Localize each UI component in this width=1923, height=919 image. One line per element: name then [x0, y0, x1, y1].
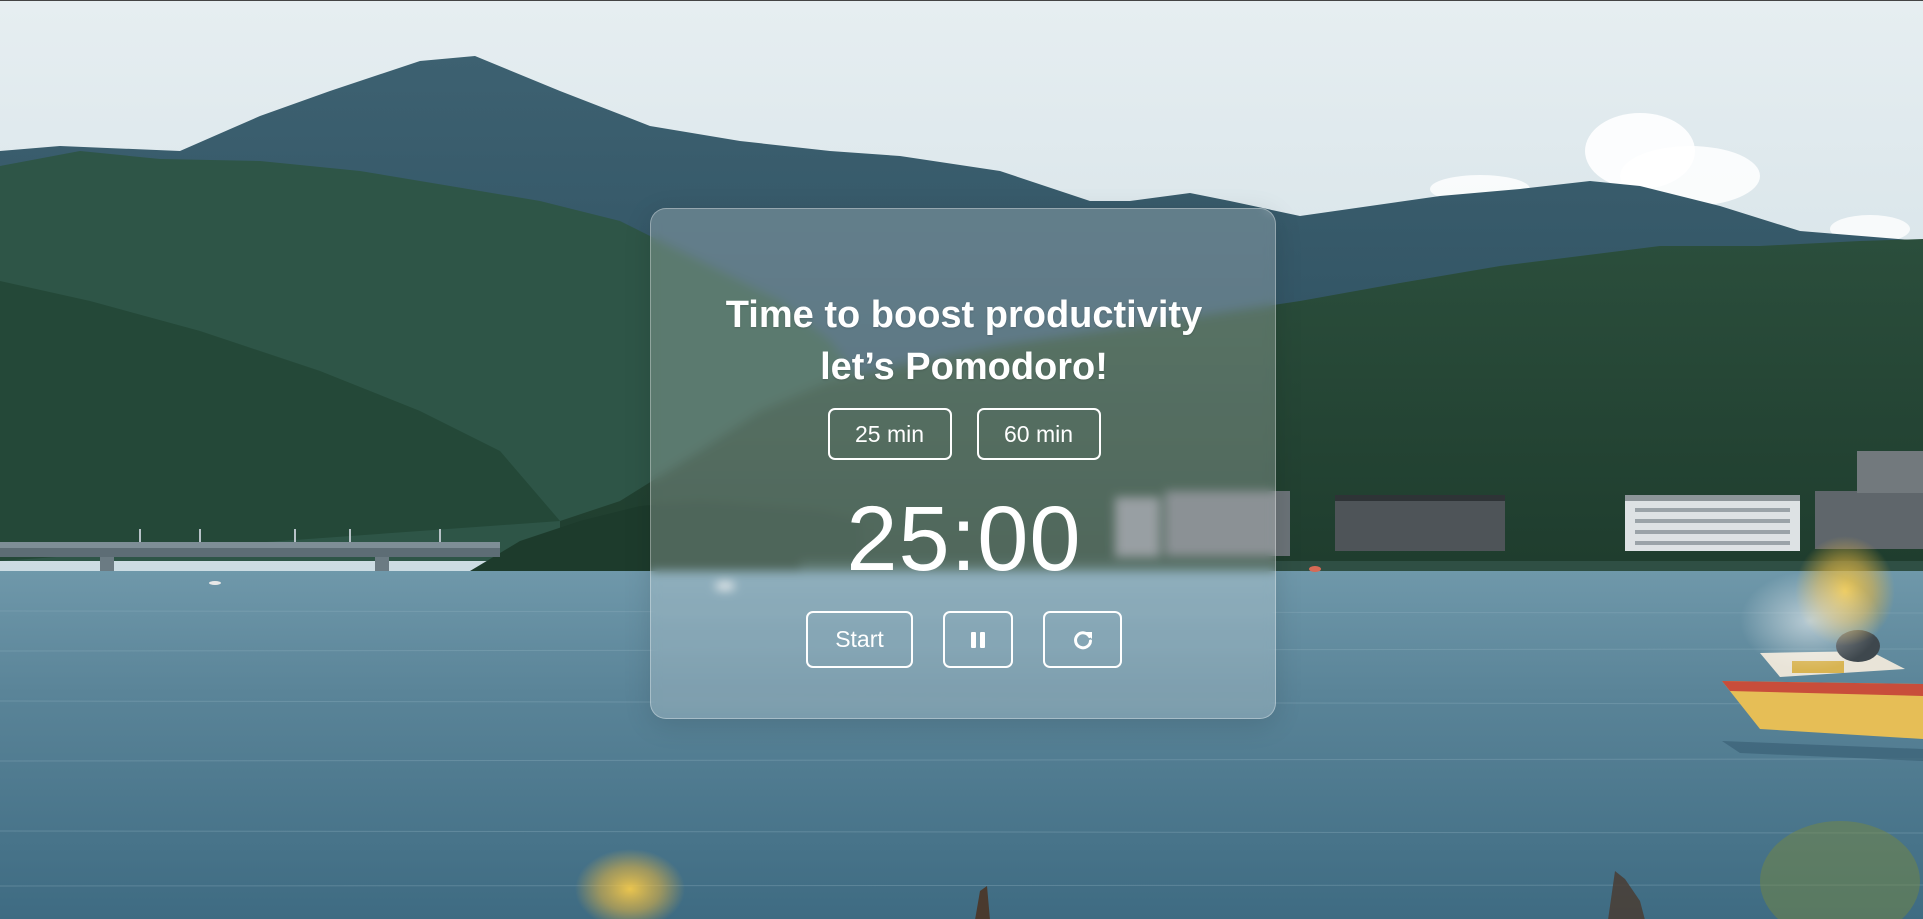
preset-25-min-button[interactable]: 25 min [827, 408, 952, 460]
reset-icon [1071, 628, 1095, 652]
preset-60-min-button[interactable]: 60 min [976, 408, 1101, 460]
app-window: Time to boost productivity let’s Pomodor… [0, 0, 1923, 919]
timer-controls: Start [651, 611, 1277, 668]
page-title: Time to boost productivity let’s Pomodor… [651, 289, 1277, 393]
pomodoro-card: Time to boost productivity let’s Pomodor… [650, 208, 1276, 719]
pause-icon [969, 630, 987, 650]
timer-display: 25:00 [846, 488, 1082, 590]
reset-button[interactable] [1043, 611, 1122, 668]
headline-line-1: Time to boost productivity [725, 294, 1203, 336]
start-button[interactable]: Start [806, 611, 913, 668]
headline-line-2: let’s Pomodoro! [820, 346, 1108, 388]
preset-buttons: 25 min 60 min [651, 408, 1277, 460]
pause-button[interactable] [943, 611, 1013, 668]
